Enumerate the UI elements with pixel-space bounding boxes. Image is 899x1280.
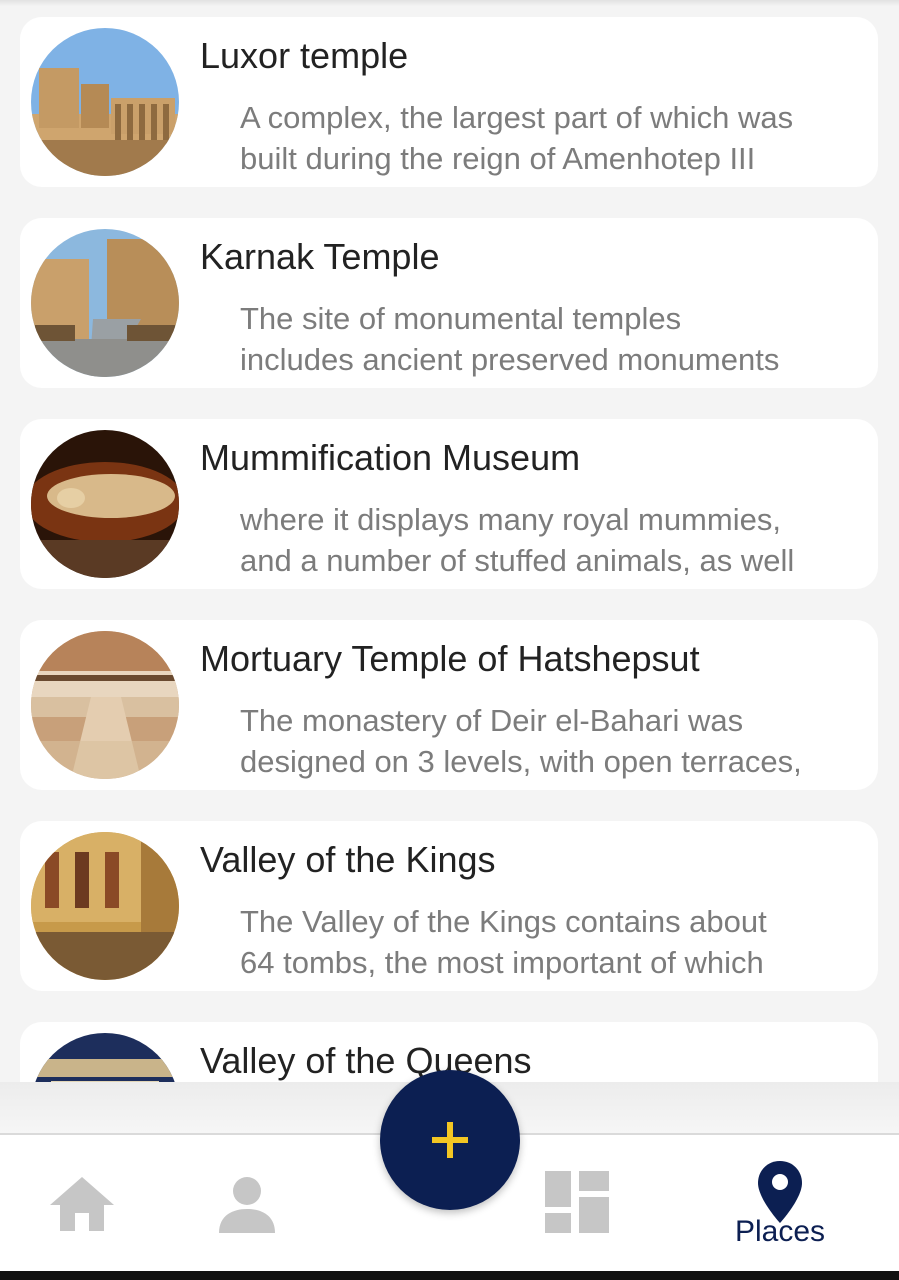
place-title: Valley of the Kings — [200, 839, 496, 880]
system-bar — [0, 1271, 899, 1280]
place-description: A complex, the largest part of which was… — [240, 100, 794, 176]
place-description: The site of monumental temples includes … — [240, 301, 780, 377]
add-place-button[interactable] — [380, 1070, 520, 1210]
place-thumbnail — [31, 631, 179, 779]
place-card[interactable]: Karnak Temple The site of monumental tem… — [20, 218, 878, 388]
place-title: Luxor temple — [200, 35, 409, 76]
place-card[interactable]: Mummification Museum where it displays m… — [20, 419, 878, 589]
place-card[interactable]: Valley of the Kings The Valley of the Ki… — [20, 821, 878, 991]
nav-places[interactable]: Places — [720, 1135, 840, 1273]
person-icon — [219, 1177, 275, 1233]
place-title: Mummification Museum — [200, 437, 581, 478]
nav-places-label: Places — [734, 1215, 826, 1248]
place-description: where it displays many royal mummies, an… — [240, 502, 795, 578]
place-thumbnail — [31, 229, 179, 377]
place-description: The Valley of the Kings contains about 6… — [240, 904, 767, 980]
place-title: Valley of the Queens — [200, 1040, 532, 1081]
places-list[interactable]: Luxor temple A complex, the largest part… — [0, 0, 899, 1082]
nav-home[interactable] — [40, 1135, 130, 1273]
place-thumbnail — [31, 430, 179, 578]
nav-dashboard[interactable] — [535, 1135, 625, 1273]
place-card[interactable]: Luxor temple A complex, the largest part… — [20, 17, 878, 187]
place-description: The monastery of Deir el-Bahari was desi… — [240, 703, 802, 779]
place-thumbnail — [31, 28, 179, 176]
dashboard-icon — [545, 1171, 609, 1233]
place-card[interactable]: Mortuary Temple of Hatshepsut The monast… — [20, 620, 878, 790]
place-title: Mortuary Temple of Hatshepsut — [200, 638, 700, 679]
home-icon — [50, 1177, 114, 1231]
place-thumbnail — [31, 832, 179, 980]
place-title: Karnak Temple — [200, 236, 440, 277]
nav-profile[interactable] — [205, 1135, 295, 1273]
plus-icon — [432, 1122, 468, 1158]
place-thumbnail — [31, 1033, 179, 1082]
